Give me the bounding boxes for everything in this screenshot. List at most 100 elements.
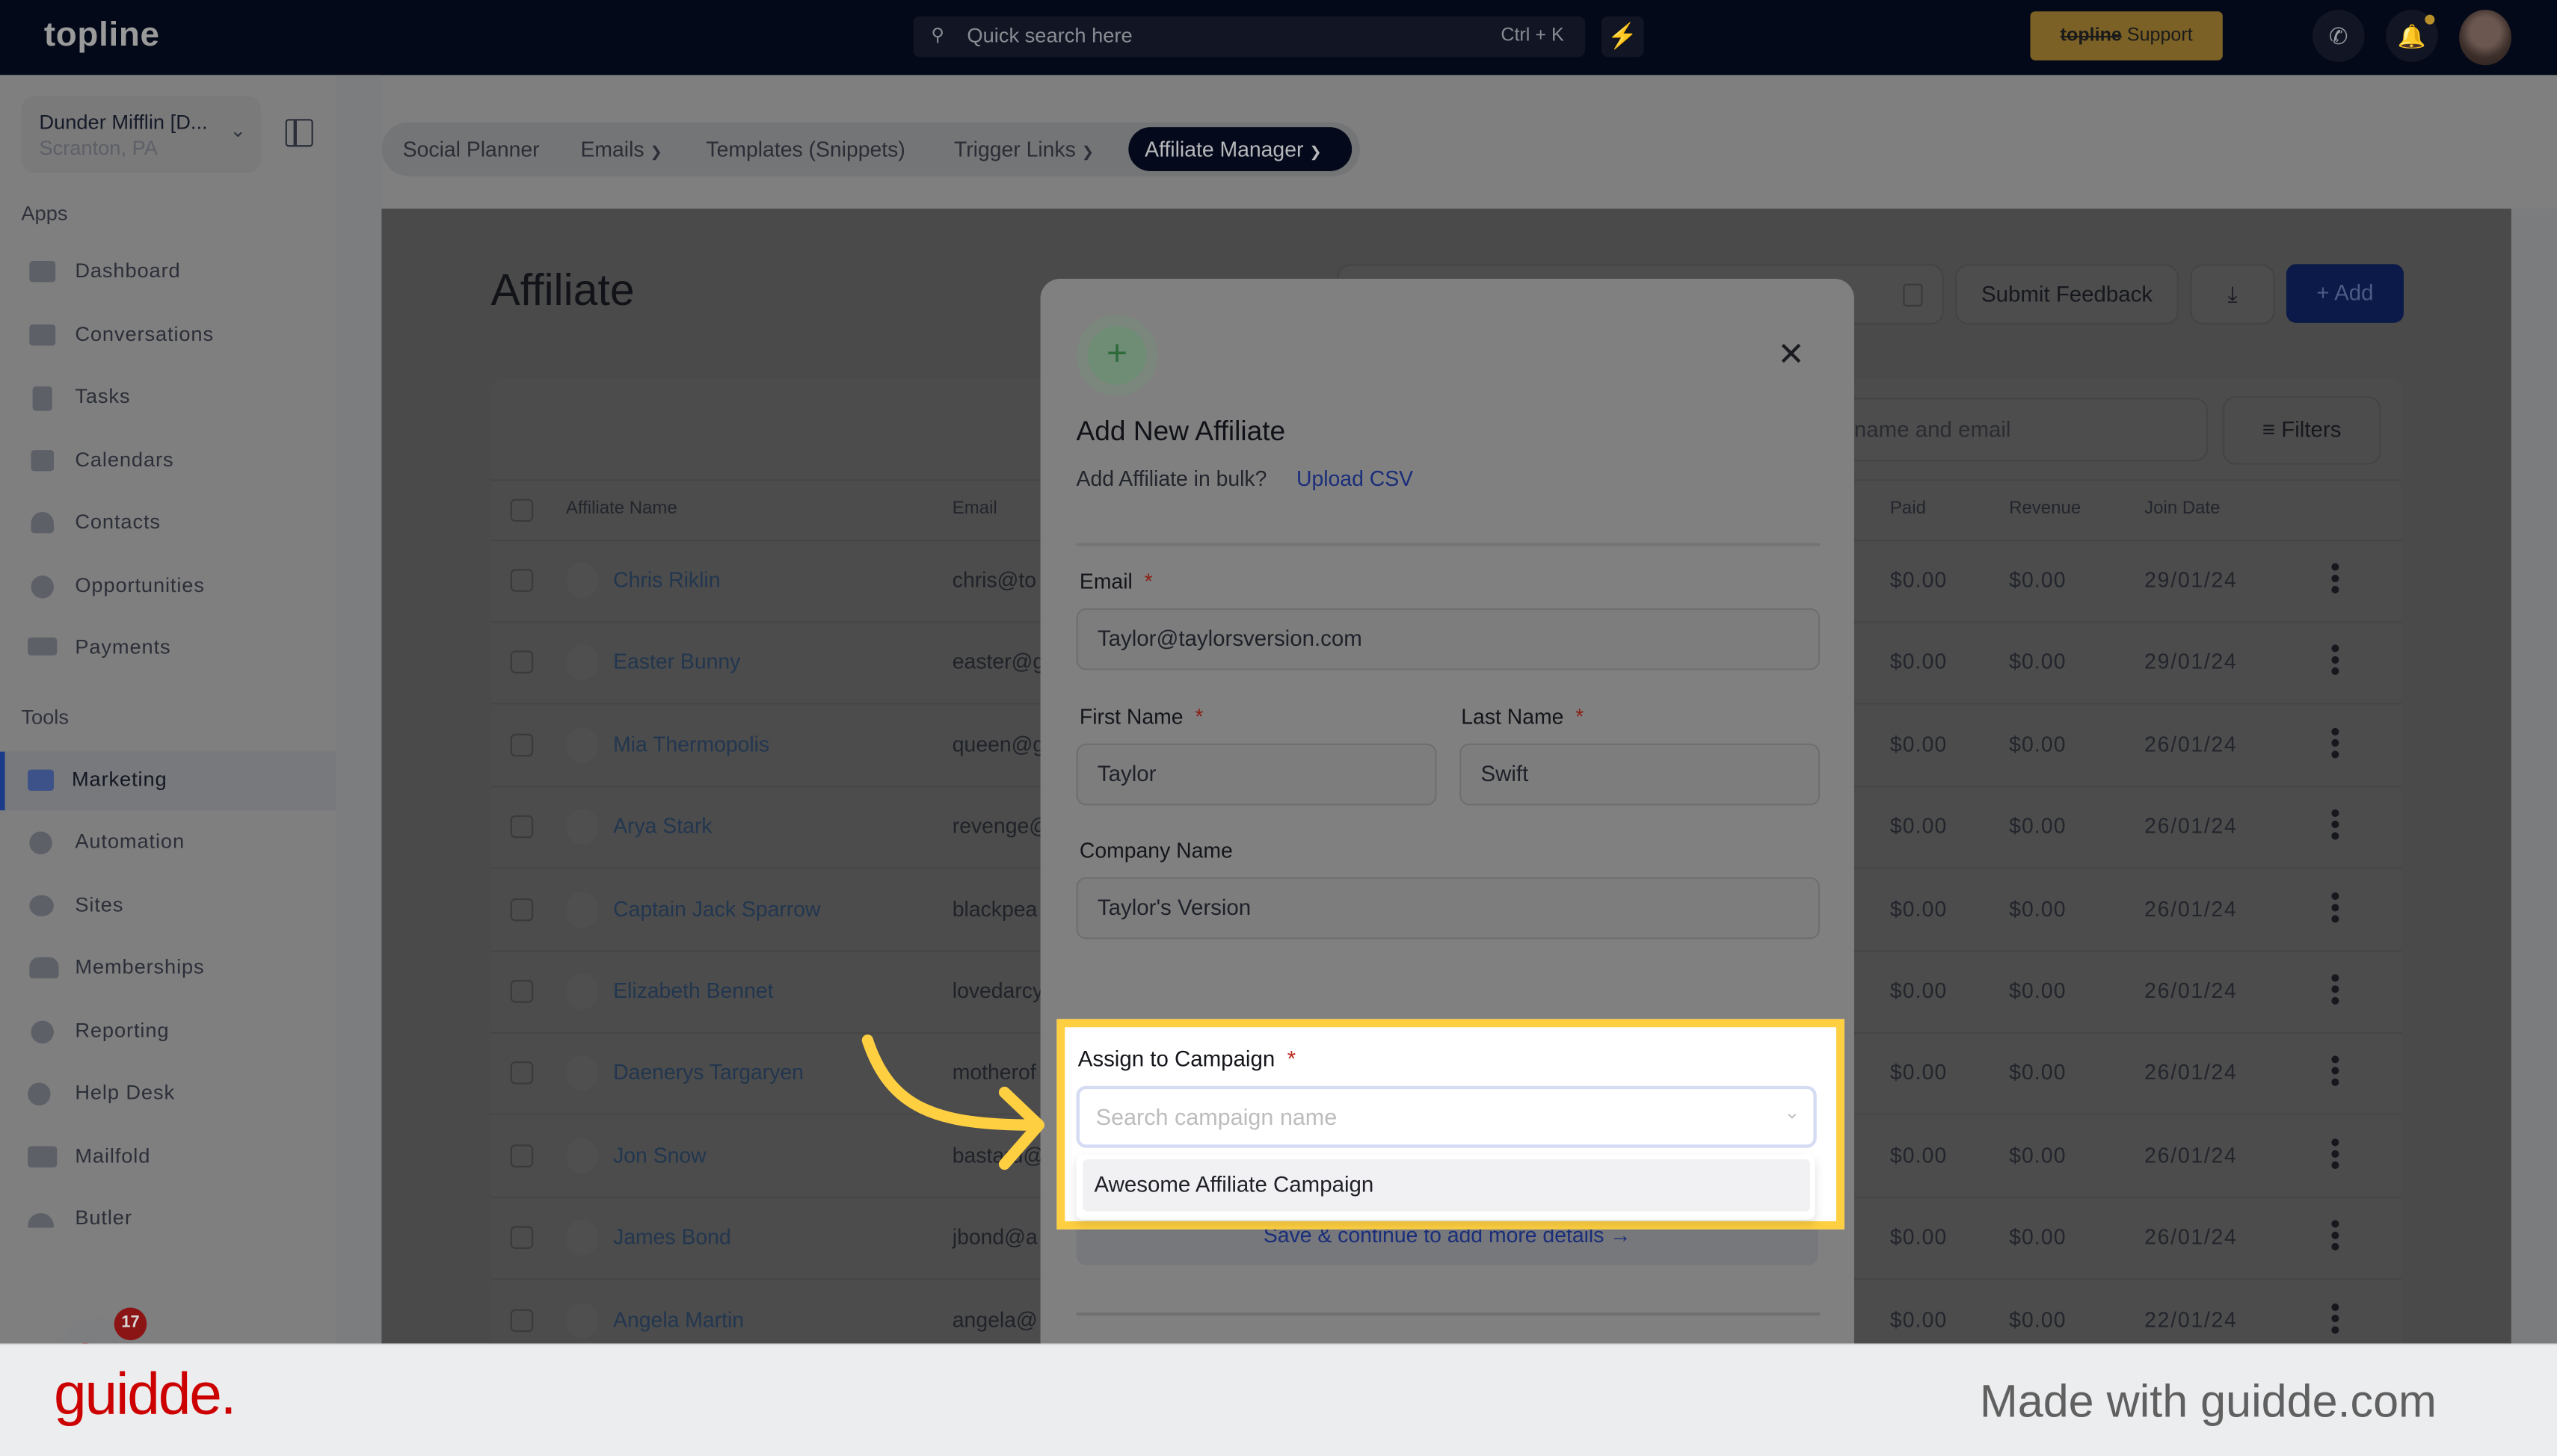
sidebar-item-sites[interactable]: Sites <box>0 877 336 937</box>
select-all-checkbox[interactable] <box>510 499 534 522</box>
tab-templates[interactable]: Templates (Snippets) <box>706 137 905 161</box>
sidebar-item-label: Marketing <box>71 768 167 791</box>
sidebar-item-mailfold[interactable]: Mailfold <box>0 1129 336 1188</box>
affiliate-name-link[interactable]: James Bond <box>613 1225 731 1250</box>
sidebar-item-label: Calendars <box>75 448 174 472</box>
sidebar-item-contacts[interactable]: Contacts <box>0 494 336 553</box>
upload-csv-link[interactable]: Upload CSV <box>1296 466 1413 491</box>
plus-icon: + <box>1087 326 1147 385</box>
more-options-icon[interactable]: • • • <box>2329 802 2342 851</box>
affiliate-name-link[interactable]: Angela Martin <box>613 1307 744 1332</box>
bell-icon: 🔔 <box>2397 22 2426 49</box>
sidebar-item-conversations[interactable]: Conversations <box>0 306 336 365</box>
more-options-icon[interactable]: • • • <box>2329 884 2342 933</box>
sidebar-item-reporting[interactable]: Reporting <box>0 1003 336 1062</box>
account-location: Scranton, PA <box>39 137 158 160</box>
campaign-search-select[interactable]: Search campaign name ⌄ <box>1076 1085 1817 1148</box>
account-switcher[interactable]: Dunder Mifflin [D... Scranton, PA ⌄ <box>21 96 261 173</box>
phone-button[interactable]: ✆ <box>2312 10 2365 62</box>
row-checkbox[interactable] <box>510 733 534 756</box>
row-checkbox[interactable] <box>510 569 534 592</box>
affiliate-name-link[interactable]: Elizabeth Bennet <box>613 978 773 1003</box>
sidebar-item-automation[interactable]: Automation <box>0 814 336 873</box>
avatar <box>565 1302 599 1339</box>
sidebar-item-label: Payments <box>75 635 171 659</box>
column-header-email[interactable]: Email <box>953 499 997 519</box>
sidebar-item-opportunities[interactable]: Opportunities <box>0 558 336 617</box>
sidebar-item-payments[interactable]: Payments <box>0 620 336 679</box>
calendar-icon <box>1903 283 1923 307</box>
affiliate-join-date: 26/01/24 <box>2144 1060 2238 1085</box>
chevron-down-icon: ❯ <box>1081 143 1095 160</box>
tab-affiliate-manager[interactable]: Affiliate Manager ❯ <box>1128 127 1353 172</box>
tab-emails[interactable]: Emails ❯ <box>580 137 662 161</box>
submit-feedback-button[interactable]: Submit Feedback <box>1955 264 2179 325</box>
sidebar-item-marketing[interactable]: Marketing <box>0 751 336 811</box>
affiliate-name-link[interactable]: Arya Stark <box>613 814 712 839</box>
affiliate-name-link[interactable]: Daenerys Targaryen <box>613 1061 804 1085</box>
last-name-field[interactable]: Swift <box>1459 743 1821 806</box>
tab-trigger-links[interactable]: Trigger Links ❯ <box>954 137 1094 161</box>
first-name-field[interactable]: Taylor <box>1076 743 1437 806</box>
app-logo[interactable]: topline <box>44 16 160 55</box>
more-options-icon[interactable]: • • • <box>2329 1048 2342 1096</box>
company-value: Taylor's Version <box>1097 895 1252 920</box>
row-checkbox[interactable] <box>510 980 534 1003</box>
affiliate-paid: $0.00 <box>1889 813 1948 839</box>
row-checkbox[interactable] <box>510 1308 534 1332</box>
more-options-icon[interactable]: • • • <box>2329 1295 2342 1343</box>
affiliate-revenue: $0.00 <box>2009 978 2067 1003</box>
more-options-icon[interactable]: • • • <box>2329 966 2342 1014</box>
filters-button[interactable]: ≡ Filters <box>2222 396 2381 465</box>
row-checkbox[interactable] <box>510 815 534 839</box>
sidebar-item-dashboard[interactable]: Dashboard <box>0 243 336 302</box>
sidebar-item-calendars[interactable]: Calendars <box>0 432 336 491</box>
affiliate-email: easter@g <box>952 650 1045 674</box>
row-checkbox[interactable] <box>510 898 534 921</box>
sidebar-item-memberships[interactable]: Memberships <box>0 939 336 998</box>
column-header-name[interactable]: Affiliate Name <box>566 499 677 519</box>
affiliate-name-link[interactable]: Easter Bunny <box>613 650 740 674</box>
affiliate-join-date: 29/01/24 <box>2144 650 2238 674</box>
email-label: Email * <box>1080 569 1153 593</box>
sidebar-item-label: Help Desk <box>75 1081 175 1104</box>
affiliate-name-link[interactable]: Chris Riklin <box>613 567 720 592</box>
column-header-join-date[interactable]: Join Date <box>2144 499 2220 519</box>
row-checkbox[interactable] <box>510 1226 534 1250</box>
sidebar-item-tasks[interactable]: Tasks <box>0 368 336 428</box>
column-header-paid[interactable]: Paid <box>1890 499 1926 519</box>
campaign-option[interactable]: Awesome Affiliate Campaign <box>1083 1159 1811 1212</box>
affiliate-paid: $0.00 <box>1889 1142 1948 1167</box>
more-options-icon[interactable]: • • • <box>2329 1130 2342 1179</box>
affiliate-name-link[interactable]: Mia Thermopolis <box>613 732 769 756</box>
more-options-icon[interactable]: • • • <box>2329 1212 2342 1261</box>
close-icon[interactable]: ✕ <box>1777 334 1805 375</box>
user-avatar[interactable] <box>2459 10 2511 66</box>
download-button[interactable]: ⤓ <box>2190 264 2275 325</box>
affiliate-paid: $0.00 <box>1889 650 1948 674</box>
add-affiliate-button[interactable]: + Add <box>2286 264 2404 323</box>
account-name: Dunder Mifflin [D... <box>39 111 208 134</box>
quick-search-input[interactable]: ⚲ Quick search here Ctrl + K <box>913 16 1586 58</box>
row-checkbox[interactable] <box>510 651 534 674</box>
affiliate-name-link[interactable]: Jon Snow <box>613 1143 707 1167</box>
column-header-revenue[interactable]: Revenue <box>2009 499 2081 519</box>
email-field[interactable]: Taylor@taylorsversion.com <box>1076 608 1821 670</box>
tab-social-planner[interactable]: Social Planner <box>403 137 540 161</box>
affiliate-name-link[interactable]: Captain Jack Sparrow <box>613 896 820 921</box>
sidebar-item-butler[interactable]: Butler <box>0 1190 336 1249</box>
support-button[interactable]: topline Support <box>2030 11 2223 61</box>
sidebar-item-label: Mailfold <box>75 1144 151 1167</box>
company-name-field[interactable]: Taylor's Version <box>1076 877 1821 940</box>
more-options-icon[interactable]: • • • <box>2329 638 2342 686</box>
row-checkbox[interactable] <box>510 1061 534 1085</box>
label-text: Last Name <box>1461 704 1564 729</box>
sidebar-item-help-desk[interactable]: Help Desk <box>0 1064 336 1123</box>
quick-actions-button[interactable]: ⚡ <box>1601 16 1644 58</box>
more-options-icon[interactable]: • • • <box>2329 720 2342 768</box>
row-checkbox[interactable] <box>510 1144 534 1167</box>
more-options-icon[interactable]: • • • <box>2329 555 2342 604</box>
sidebar-collapse-icon[interactable] <box>285 119 313 147</box>
avatar <box>565 1220 599 1256</box>
affiliate-revenue: $0.00 <box>2009 1142 2067 1167</box>
